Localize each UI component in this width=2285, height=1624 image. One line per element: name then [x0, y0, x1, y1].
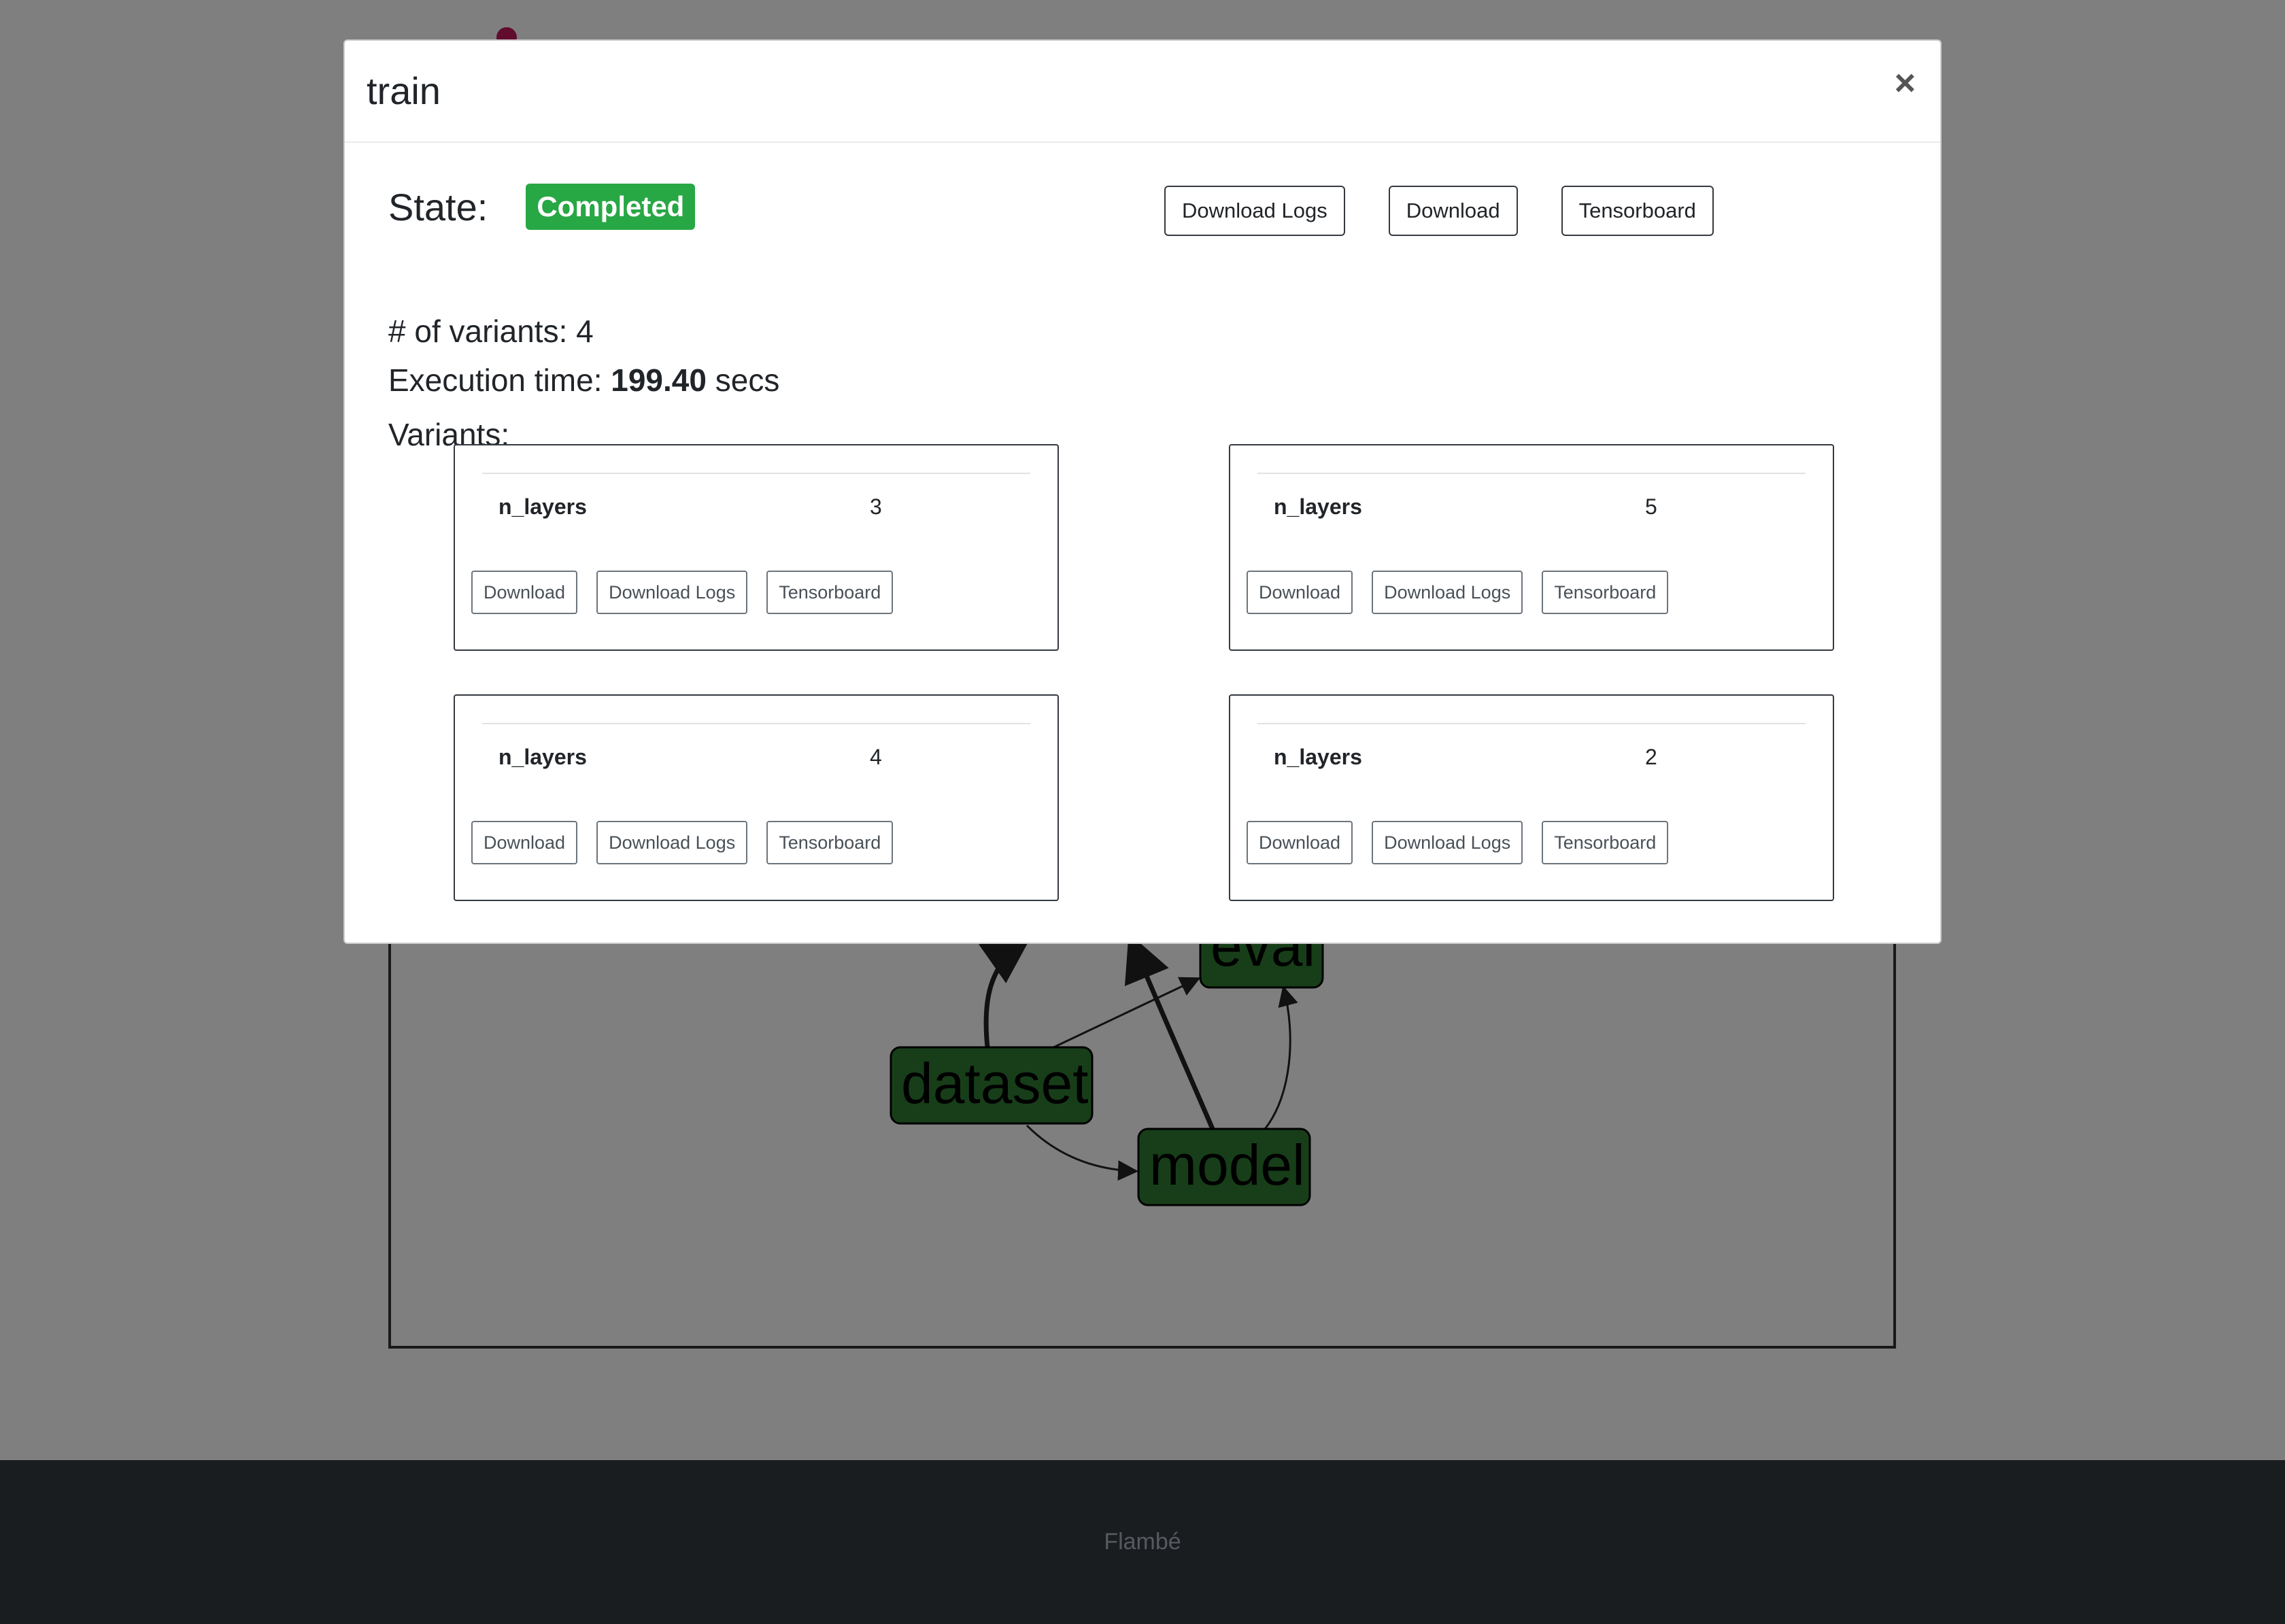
variant-actions: Download Download Logs Tensorboard — [1247, 571, 1687, 614]
job-actions: Download Logs Download Tensorboard — [1164, 186, 1757, 236]
param-name: n_layers — [1274, 745, 1362, 769]
variant-download-logs-button[interactable]: Download Logs — [1372, 571, 1523, 614]
variant-download-logs-button[interactable]: Download Logs — [596, 571, 748, 614]
param-name: n_layers — [498, 745, 587, 769]
execution-time-suffix: secs — [706, 362, 780, 398]
variant-download-logs-button[interactable]: Download Logs — [1372, 821, 1523, 864]
param-name: n_layers — [1274, 494, 1362, 519]
execution-time-prefix: Execution time: — [388, 362, 611, 398]
divider — [1257, 723, 1806, 724]
variant-download-button[interactable]: Download — [1247, 571, 1353, 614]
variant-tensorboard-button[interactable]: Tensorboard — [1542, 821, 1669, 864]
download-logs-button[interactable]: Download Logs — [1164, 186, 1345, 236]
modal-header: train × — [345, 41, 1940, 143]
execution-time-value: 199.40 — [611, 362, 707, 398]
divider — [482, 473, 1030, 474]
variant-actions: Download Download Logs Tensorboard — [1247, 821, 1687, 864]
state-row: State: Completed — [388, 184, 696, 230]
variant-card: n_layers 2 Download Download Logs Tensor… — [1229, 694, 1834, 901]
close-icon[interactable]: × — [1890, 64, 1920, 102]
variant-download-button[interactable]: Download — [471, 571, 578, 614]
param-value: 3 — [870, 494, 882, 519]
variant-count: # of variants: 4 — [388, 314, 594, 349]
variant-card: n_layers 5 Download Download Logs Tensor… — [1229, 444, 1834, 651]
variant-actions: Download Download Logs Tensorboard — [471, 821, 912, 864]
variant-actions: Download Download Logs Tensorboard — [471, 571, 912, 614]
variant-card: n_layers 3 Download Download Logs Tensor… — [454, 444, 1059, 651]
param-name: n_layers — [498, 494, 587, 519]
param-value: 4 — [870, 745, 882, 769]
variant-card: n_layers 4 Download Download Logs Tensor… — [454, 694, 1059, 901]
variant-download-button[interactable]: Download — [1247, 821, 1353, 864]
execution-time: Execution time: 199.40 secs — [388, 362, 779, 399]
param-value: 2 — [1645, 745, 1657, 769]
download-button[interactable]: Download — [1388, 186, 1518, 236]
divider — [1257, 473, 1806, 474]
variant-download-logs-button[interactable]: Download Logs — [596, 821, 748, 864]
tensorboard-button[interactable]: Tensorboard — [1561, 186, 1714, 236]
variant-download-button[interactable]: Download — [471, 821, 578, 864]
divider — [482, 723, 1030, 724]
variant-tensorboard-button[interactable]: Tensorboard — [1542, 571, 1669, 614]
job-details-modal: train × State: Completed Download Logs D… — [343, 39, 1942, 944]
param-value: 5 — [1645, 494, 1657, 519]
status-badge: Completed — [526, 184, 696, 230]
modal-title: train — [367, 69, 441, 112]
state-label: State: — [388, 185, 488, 229]
variant-tensorboard-button[interactable]: Tensorboard — [766, 821, 894, 864]
variant-tensorboard-button[interactable]: Tensorboard — [766, 571, 894, 614]
